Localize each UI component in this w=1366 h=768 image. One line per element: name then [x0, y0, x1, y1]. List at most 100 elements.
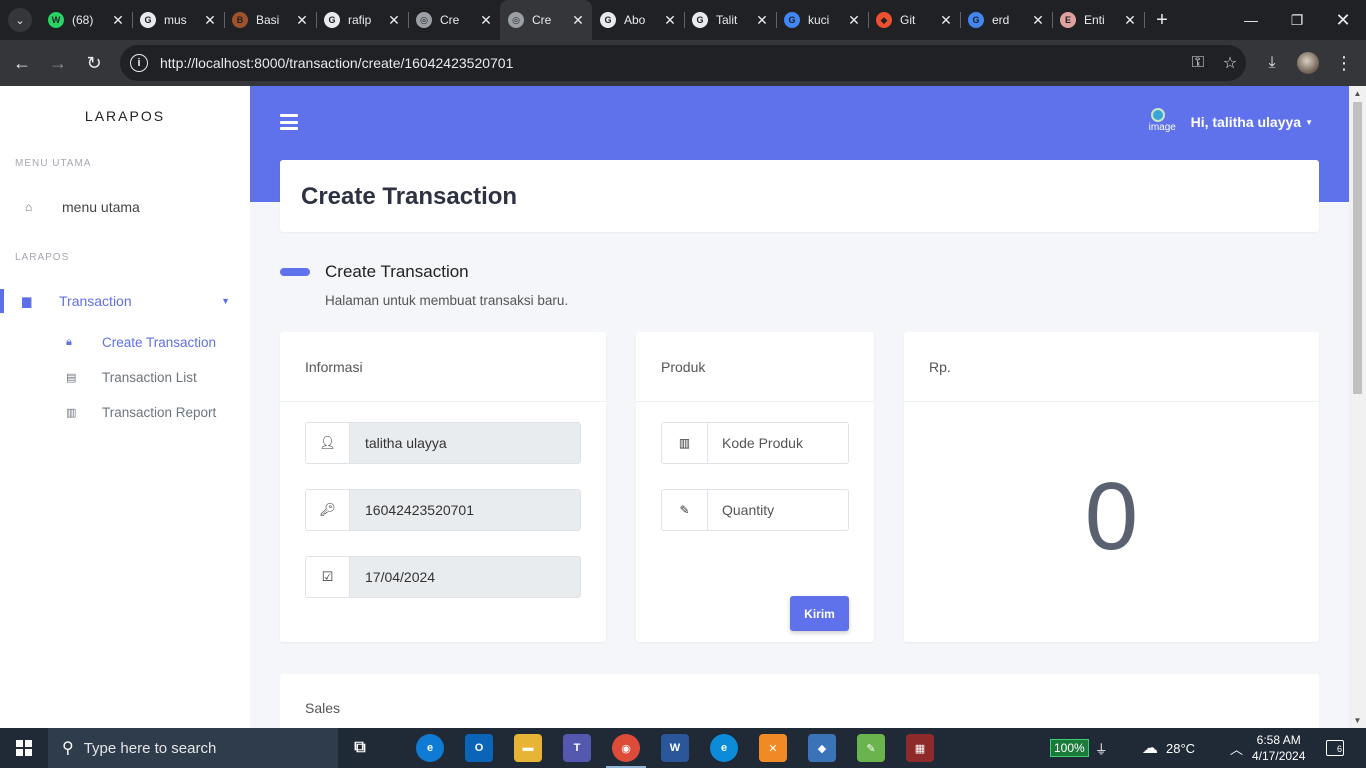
browser-tab[interactable]: Gerd ✕	[960, 6, 1053, 34]
tab-close-icon[interactable]: ✕	[386, 12, 402, 29]
chrome-icon[interactable]: ◉	[606, 734, 646, 768]
kode-produk-input[interactable]	[708, 423, 848, 463]
notification-icon: 6	[1326, 740, 1344, 756]
browser-tab[interactable]: E Enti ✕	[1052, 6, 1145, 34]
teams-icon[interactable]: T	[563, 734, 591, 762]
tab-search-button[interactable]: ⌄	[8, 8, 32, 32]
tab-favicon-icon: G	[692, 12, 708, 28]
total-amount: 0	[1084, 463, 1139, 570]
minimize-button[interactable]: —	[1228, 0, 1274, 40]
forward-button[interactable]: →	[44, 49, 72, 77]
kirim-button[interactable]: Kirim	[790, 596, 849, 631]
notification-center[interactable]: 6	[1326, 728, 1344, 768]
reload-button[interactable]: ↻	[80, 49, 108, 77]
tab-close-icon[interactable]: ✕	[110, 12, 126, 29]
clock[interactable]: 6:58 AM 4/17/2024	[1252, 728, 1305, 768]
weather-widget[interactable]: ☁ 28°C	[1142, 728, 1195, 768]
page-viewport: LARAPOS MENU UTAMA ⌂ menu utama LARAPOS …	[0, 86, 1366, 728]
tab-close-icon[interactable]: ✕	[846, 12, 862, 29]
tab-title: (68)	[72, 13, 94, 27]
user-greeting[interactable]: Hi, talitha ulayya	[1191, 114, 1301, 130]
scroll-up-arrow[interactable]: ▲	[1353, 89, 1362, 98]
password-key-icon[interactable]: ⚿	[1182, 54, 1214, 72]
scrollbar-thumb[interactable]	[1353, 102, 1362, 394]
user-avatar[interactable]: image	[1149, 108, 1181, 136]
tab-title: rafip	[348, 13, 372, 27]
tab-close-icon[interactable]: ✕	[294, 12, 310, 29]
edge-icon[interactable]: e	[710, 734, 738, 762]
tab-title: erd	[992, 13, 1010, 27]
clock-date: 4/17/2024	[1252, 749, 1306, 763]
tab-title: mus	[164, 13, 187, 27]
notepad-icon[interactable]: ✎	[857, 734, 885, 762]
tab-close-icon[interactable]: ✕	[754, 12, 770, 29]
sub-item-label: Transaction List	[102, 369, 197, 385]
git-tool-icon[interactable]: ◆	[808, 734, 836, 762]
browser-tab[interactable]: Grafip ✕	[316, 6, 409, 34]
restore-button[interactable]: ❐	[1274, 0, 1320, 40]
address-bar[interactable]: i http://localhost:8000/transaction/crea…	[120, 45, 1246, 81]
url-text[interactable]: http://localhost:8000/transaction/create…	[160, 55, 1182, 71]
browser-tab[interactable]: G Talit ✕	[684, 6, 777, 34]
browser-tab[interactable]: ◎ Cre ✕	[408, 6, 501, 34]
profile-avatar[interactable]	[1294, 49, 1322, 77]
bookmark-star-icon[interactable]: ☆	[1214, 53, 1246, 73]
site-info-icon[interactable]: i	[130, 54, 148, 72]
tab-close-icon[interactable]: ✕	[662, 12, 678, 29]
brand-logo[interactable]: LARAPOS	[0, 108, 250, 124]
tray-chevron-up-icon[interactable]: ︿	[1230, 728, 1243, 768]
browser-tab[interactable]: ◆ Git ✕	[868, 6, 961, 34]
new-tab-button[interactable]: +	[1150, 8, 1174, 32]
outlook-icon[interactable]: O	[465, 734, 493, 762]
sidebar-item-transaction[interactable]: ▆ Transaction ▼	[0, 284, 250, 318]
start-button[interactable]	[0, 728, 48, 768]
edge-dev-icon[interactable]: e	[416, 734, 444, 762]
card-header-sales: Sales	[305, 700, 341, 716]
transaction-code-field: 🔑︎ 16042423520701	[305, 489, 581, 531]
browser-tab[interactable]: W (68) ✕	[40, 6, 133, 34]
user-dropdown[interactable]: image Hi, talitha ulayya ▼	[1149, 108, 1313, 136]
download-icon[interactable]: ⤓	[1258, 49, 1286, 77]
back-button[interactable]: ←	[8, 49, 36, 77]
page-scrollbar[interactable]: ▲ ▼	[1349, 86, 1366, 728]
browser-tab[interactable]: Gmus ✕	[132, 6, 225, 34]
browser-tab[interactable]: B Basi ✕	[224, 6, 317, 34]
battery-indicator[interactable]: 100% ⏚	[1050, 728, 1108, 768]
sidebar-sub-transaction-list[interactable]: ▤ Transaction List	[66, 364, 197, 390]
tab-title: kuci	[808, 13, 830, 27]
tab-title: Cre	[532, 13, 552, 27]
browser-tab[interactable]: ◎ Cre ✕	[500, 0, 592, 40]
browser-tab[interactable]: G Abo ✕	[592, 6, 685, 34]
menu-kebab-icon[interactable]: ⋮	[1330, 49, 1358, 77]
tab-close-icon[interactable]: ✕	[202, 12, 218, 29]
browser-toolbar: ← → ↻ i http://localhost:8000/transactio…	[0, 40, 1366, 86]
sidebar-sub-create-transaction[interactable]: 🔒︎ Create Transaction	[66, 329, 216, 355]
list-icon: ▤	[66, 371, 77, 384]
sidebar-sub-transaction-report[interactable]: ▥ Transaction Report	[66, 399, 216, 425]
xampp-icon[interactable]: ✕	[759, 734, 787, 762]
taskbar-search[interactable]: ⚲ Type here to search	[48, 728, 338, 768]
cart-icon: ▆	[22, 294, 32, 308]
tab-close-icon[interactable]: ✕	[1030, 12, 1046, 29]
task-view-icon[interactable]: ⧉	[346, 734, 374, 762]
plug-icon: ⏚	[1094, 741, 1108, 757]
close-window-button[interactable]: ✕	[1320, 0, 1366, 40]
tab-close-icon[interactable]: ✕	[1122, 12, 1138, 29]
winrar-icon[interactable]: ▦	[906, 734, 934, 762]
word-icon[interactable]: W	[661, 734, 689, 762]
date-value: 17/04/2024	[350, 557, 580, 597]
browser-tab[interactable]: Gkuci ✕	[776, 6, 869, 34]
tab-close-icon[interactable]: ✕	[938, 12, 954, 29]
quantity-input[interactable]	[708, 490, 848, 530]
avatar-alt-text: image	[1148, 122, 1176, 133]
sidebar-heading-main: MENU UTAMA	[15, 158, 92, 169]
tab-favicon-icon: G	[140, 12, 156, 28]
hamburger-menu-icon[interactable]	[280, 114, 298, 130]
tab-close-icon[interactable]: ✕	[570, 12, 586, 29]
kode-produk-group: ▥	[661, 422, 849, 464]
tab-close-icon[interactable]: ✕	[478, 12, 494, 29]
quantity-group: ✎	[661, 489, 849, 531]
file-explorer-icon[interactable]: ▬	[514, 734, 542, 762]
scroll-down-arrow[interactable]: ▼	[1353, 716, 1362, 725]
sidebar-item-menu-utama[interactable]: ⌂ menu utama	[0, 190, 250, 224]
